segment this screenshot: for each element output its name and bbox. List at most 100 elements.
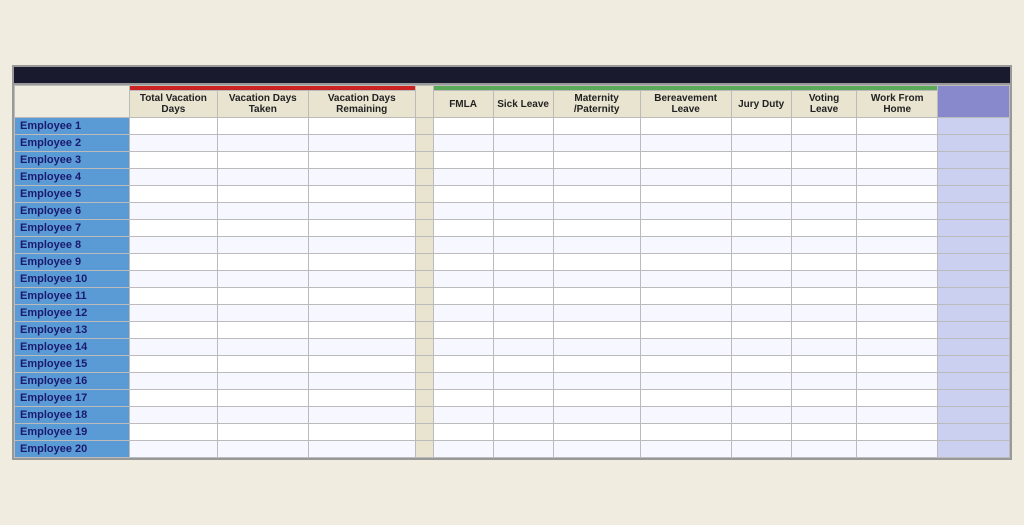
data-cell[interactable] xyxy=(308,220,415,237)
data-cell[interactable] xyxy=(130,203,218,220)
data-cell[interactable] xyxy=(433,305,493,322)
data-cell[interactable] xyxy=(640,390,731,407)
data-cell[interactable] xyxy=(731,373,791,390)
data-cell[interactable] xyxy=(553,305,640,322)
data-cell[interactable] xyxy=(857,424,938,441)
data-cell[interactable] xyxy=(731,135,791,152)
data-cell[interactable] xyxy=(433,186,493,203)
data-cell[interactable] xyxy=(857,305,938,322)
total-absences-cell[interactable] xyxy=(938,441,1010,458)
data-cell[interactable] xyxy=(857,356,938,373)
data-cell[interactable] xyxy=(217,407,308,424)
data-cell[interactable] xyxy=(130,254,218,271)
data-cell[interactable] xyxy=(857,118,938,135)
data-cell[interactable] xyxy=(130,288,218,305)
data-cell[interactable] xyxy=(640,305,731,322)
data-cell[interactable] xyxy=(433,356,493,373)
data-cell[interactable] xyxy=(130,169,218,186)
total-absences-cell[interactable] xyxy=(938,237,1010,254)
data-cell[interactable] xyxy=(791,271,857,288)
data-cell[interactable] xyxy=(857,322,938,339)
data-cell[interactable] xyxy=(791,305,857,322)
data-cell[interactable] xyxy=(308,169,415,186)
data-cell[interactable] xyxy=(857,390,938,407)
data-cell[interactable] xyxy=(493,305,553,322)
data-cell[interactable] xyxy=(791,237,857,254)
data-cell[interactable] xyxy=(640,339,731,356)
data-cell[interactable] xyxy=(433,271,493,288)
data-cell[interactable] xyxy=(130,220,218,237)
data-cell[interactable] xyxy=(640,373,731,390)
data-cell[interactable] xyxy=(553,424,640,441)
total-absences-cell[interactable] xyxy=(938,203,1010,220)
data-cell[interactable] xyxy=(640,169,731,186)
data-cell[interactable] xyxy=(308,424,415,441)
data-cell[interactable] xyxy=(433,220,493,237)
data-cell[interactable] xyxy=(433,288,493,305)
data-cell[interactable] xyxy=(433,203,493,220)
data-cell[interactable] xyxy=(553,271,640,288)
data-cell[interactable] xyxy=(731,288,791,305)
data-cell[interactable] xyxy=(493,186,553,203)
data-cell[interactable] xyxy=(217,305,308,322)
data-cell[interactable] xyxy=(493,288,553,305)
data-cell[interactable] xyxy=(217,237,308,254)
data-cell[interactable] xyxy=(493,424,553,441)
data-cell[interactable] xyxy=(130,305,218,322)
data-cell[interactable] xyxy=(493,356,553,373)
data-cell[interactable] xyxy=(640,118,731,135)
data-cell[interactable] xyxy=(731,203,791,220)
data-cell[interactable] xyxy=(130,441,218,458)
data-cell[interactable] xyxy=(731,390,791,407)
data-cell[interactable] xyxy=(857,152,938,169)
data-cell[interactable] xyxy=(493,169,553,186)
data-cell[interactable] xyxy=(217,424,308,441)
data-cell[interactable] xyxy=(791,220,857,237)
data-cell[interactable] xyxy=(731,186,791,203)
total-absences-cell[interactable] xyxy=(938,118,1010,135)
data-cell[interactable] xyxy=(857,169,938,186)
data-cell[interactable] xyxy=(130,186,218,203)
data-cell[interactable] xyxy=(308,390,415,407)
data-cell[interactable] xyxy=(791,186,857,203)
data-cell[interactable] xyxy=(857,407,938,424)
data-cell[interactable] xyxy=(731,220,791,237)
data-cell[interactable] xyxy=(553,220,640,237)
data-cell[interactable] xyxy=(433,135,493,152)
data-cell[interactable] xyxy=(217,441,308,458)
data-cell[interactable] xyxy=(308,339,415,356)
data-cell[interactable] xyxy=(640,203,731,220)
data-cell[interactable] xyxy=(857,220,938,237)
data-cell[interactable] xyxy=(857,135,938,152)
data-cell[interactable] xyxy=(130,424,218,441)
data-cell[interactable] xyxy=(553,339,640,356)
data-cell[interactable] xyxy=(308,356,415,373)
data-cell[interactable] xyxy=(493,118,553,135)
data-cell[interactable] xyxy=(640,152,731,169)
data-cell[interactable] xyxy=(857,186,938,203)
data-cell[interactable] xyxy=(217,169,308,186)
data-cell[interactable] xyxy=(308,254,415,271)
total-absences-cell[interactable] xyxy=(938,305,1010,322)
data-cell[interactable] xyxy=(493,322,553,339)
data-cell[interactable] xyxy=(791,254,857,271)
data-cell[interactable] xyxy=(433,407,493,424)
data-cell[interactable] xyxy=(731,254,791,271)
data-cell[interactable] xyxy=(493,237,553,254)
total-absences-cell[interactable] xyxy=(938,288,1010,305)
data-cell[interactable] xyxy=(130,407,218,424)
data-cell[interactable] xyxy=(493,254,553,271)
data-cell[interactable] xyxy=(433,373,493,390)
total-absences-cell[interactable] xyxy=(938,135,1010,152)
data-cell[interactable] xyxy=(553,373,640,390)
data-cell[interactable] xyxy=(731,407,791,424)
data-cell[interactable] xyxy=(857,339,938,356)
data-cell[interactable] xyxy=(791,407,857,424)
data-cell[interactable] xyxy=(130,135,218,152)
data-cell[interactable] xyxy=(217,135,308,152)
data-cell[interactable] xyxy=(731,237,791,254)
data-cell[interactable] xyxy=(130,237,218,254)
data-cell[interactable] xyxy=(308,118,415,135)
data-cell[interactable] xyxy=(640,322,731,339)
data-cell[interactable] xyxy=(857,288,938,305)
